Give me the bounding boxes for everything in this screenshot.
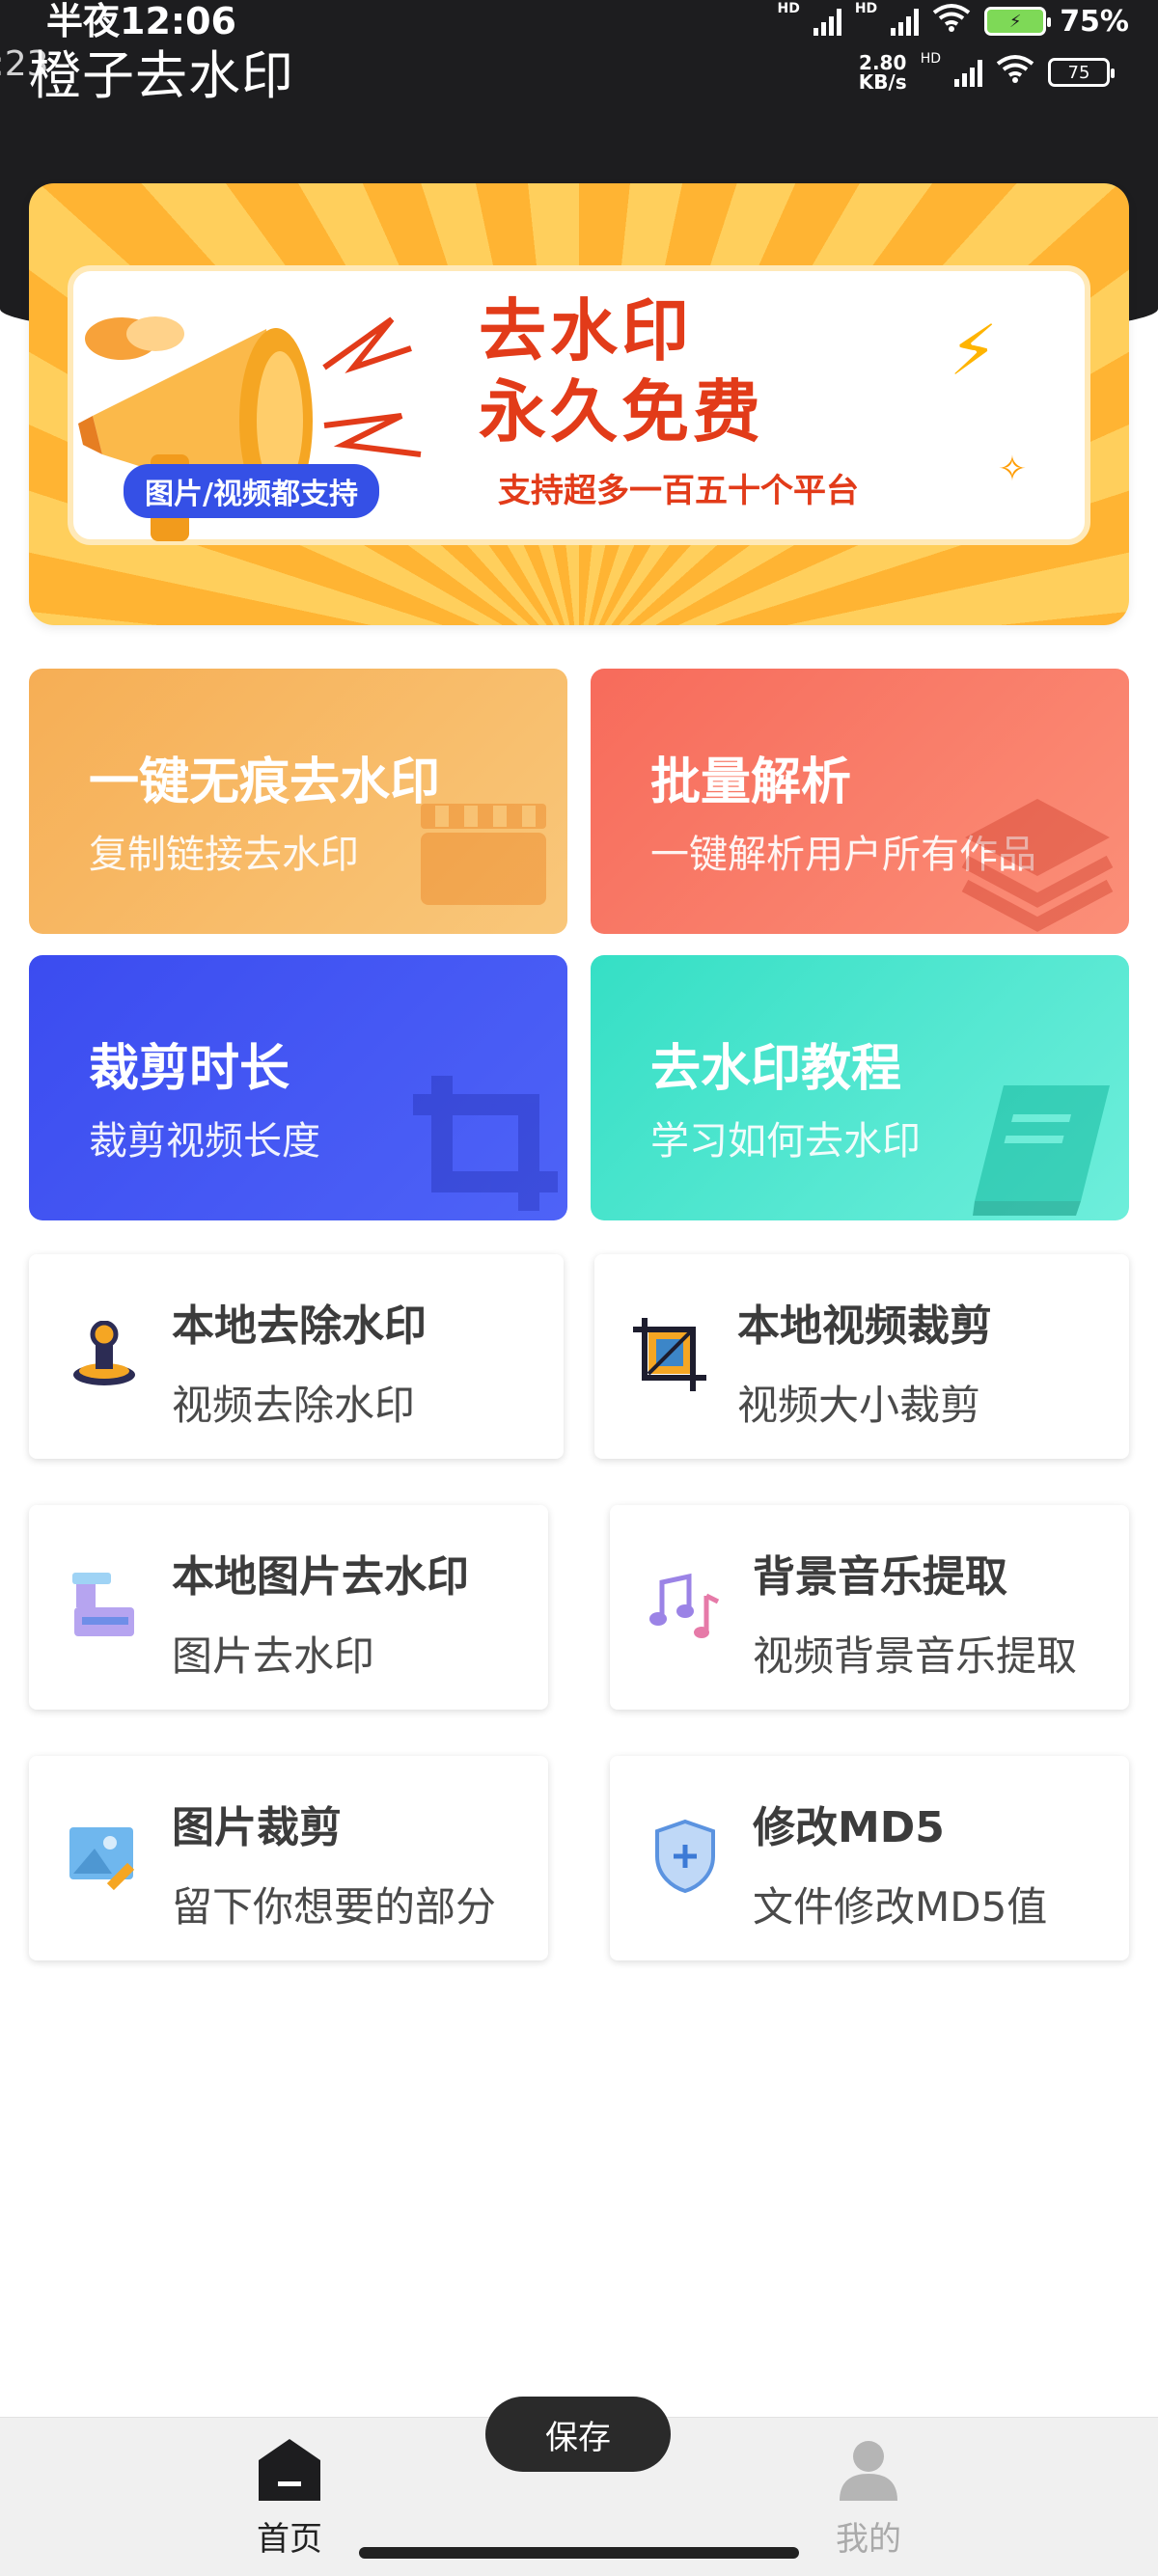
clapperboard-icon (421, 804, 546, 905)
book-icon (973, 1085, 1110, 1216)
signal-icon-3 (954, 58, 982, 87)
tab-mine[interactable]: 我的 (772, 2435, 965, 2560)
tile-batch-parse[interactable]: 批量解析 一键解析用户所有作品 (591, 669, 1129, 934)
wifi-icon (932, 3, 971, 40)
user-icon (840, 2441, 897, 2501)
tile-title: 一键无痕去水印 (89, 754, 441, 811)
tile-title: 去水印教程 (650, 1040, 902, 1098)
overlay-time: 0:23 (0, 44, 49, 84)
crop-icon (413, 1076, 558, 1211)
card-title: 本地视频裁剪 (737, 1302, 992, 1351)
status-time: 半夜12:06 (46, 0, 236, 42)
tile-title: 裁剪时长 (89, 1040, 290, 1098)
shield-plus-icon (645, 1816, 726, 1897)
tab-home[interactable]: 首页 (193, 2435, 386, 2560)
toast-message: 保存 (485, 2397, 671, 2472)
card-subtitle: 文件修改MD5值 (753, 1883, 1048, 1931)
signal-icon (813, 7, 841, 36)
battery-outline-icon: 75 (1048, 58, 1115, 87)
card-title: 本地去除水印 (172, 1302, 427, 1351)
music-notes-icon (645, 1565, 726, 1646)
tile-title: 批量解析 (650, 754, 852, 811)
image-edit-icon (64, 1816, 145, 1897)
lightning-icon: ⚡ (949, 310, 998, 391)
megaphone-icon (78, 316, 422, 541)
card-local-image-watermark[interactable]: 本地图片去水印 图片去水印 (29, 1505, 548, 1710)
battery-icon: ⚡ (984, 7, 1052, 36)
hd-label: HD (777, 1, 800, 16)
hd-label-2: HD (854, 1, 878, 16)
card-modify-md5[interactable]: 修改MD5 文件修改MD5值 (610, 1756, 1129, 1960)
network-speed-unit: KB/s (858, 70, 907, 94)
card-subtitle: 视频大小裁剪 (737, 1382, 981, 1429)
home-indicator[interactable] (359, 2547, 799, 2559)
tile-trim-duration[interactable]: 裁剪时长 裁剪视频长度 (29, 955, 567, 1220)
card-title: 图片裁剪 (172, 1803, 342, 1852)
card-subtitle: 图片去水印 (172, 1632, 375, 1680)
status-bar-overlay: 0:23 2.80 KB/s HD 75 (0, 44, 1115, 93)
banner-headline-line1: 去水印 (479, 291, 693, 370)
card-image-crop[interactable]: 图片裁剪 留下你想要的部分 (29, 1756, 548, 1960)
tile-one-click-remove[interactable]: 一键无痕去水印 复制链接去水印 (29, 669, 567, 934)
card-local-video-crop[interactable]: 本地视频裁剪 视频大小裁剪 (594, 1254, 1129, 1459)
tile-subtitle: 裁剪视频长度 (89, 1119, 320, 1164)
card-bgm-extract[interactable]: 背景音乐提取 视频背景音乐提取 (610, 1505, 1129, 1710)
banner-pill: 图片/视频都支持 (124, 464, 379, 518)
network-speed: 2.80 KB/s (859, 53, 907, 92)
tile-subtitle: 复制链接去水印 (89, 833, 359, 877)
page-title: 橙子去水印 (29, 45, 294, 106)
banner-headline-line2: 永久免费 (479, 372, 764, 452)
banner-subtitle: 支持超多一百五十个平台 (498, 472, 859, 510)
banner-card: 去水印 永久免费 ⚡ 图片/视频都支持 支持超多一百五十个平台 ✧ (68, 265, 1090, 545)
overlay-battery: 75 (1067, 62, 1090, 83)
banner-headline: 去水印 永久免费 (479, 290, 764, 452)
tile-tutorial[interactable]: 去水印教程 学习如何去水印 (591, 955, 1129, 1220)
signal-icon-2 (891, 7, 920, 36)
tab-mine-label: 我的 (836, 2520, 901, 2559)
tile-subtitle: 学习如何去水印 (650, 1119, 921, 1164)
crop-frame-icon (629, 1314, 710, 1395)
layers-icon (961, 799, 1114, 932)
tab-home-label: 首页 (257, 2520, 322, 2559)
card-subtitle: 视频背景音乐提取 (753, 1632, 1078, 1680)
network-speed-value: 2.80 (859, 51, 907, 74)
card-title: 本地图片去水印 (172, 1552, 469, 1602)
faucet-icon (64, 1565, 145, 1646)
stamp-icon (64, 1314, 145, 1395)
status-bar: 半夜12:06 HD HD ⚡ 75% (0, 0, 1158, 42)
home-icon (259, 2439, 320, 2501)
wifi-icon-2 (996, 54, 1034, 91)
status-icons: HD HD ⚡ 75% (778, 2, 1130, 41)
card-local-watermark-removal[interactable]: 本地去除水印 视频去除水印 (29, 1254, 564, 1459)
promo-banner[interactable]: 去水印 永久免费 ⚡ 图片/视频都支持 支持超多一百五十个平台 ✧ (29, 183, 1129, 625)
card-title: 修改MD5 (753, 1803, 945, 1852)
battery-percent: 75% (1060, 4, 1129, 39)
sparkle-icon: ✧ (997, 450, 1027, 489)
card-subtitle: 留下你想要的部分 (172, 1883, 497, 1931)
card-title: 背景音乐提取 (753, 1552, 1007, 1602)
hd-label-3: HD (920, 51, 941, 67)
card-subtitle: 视频去除水印 (172, 1382, 416, 1429)
